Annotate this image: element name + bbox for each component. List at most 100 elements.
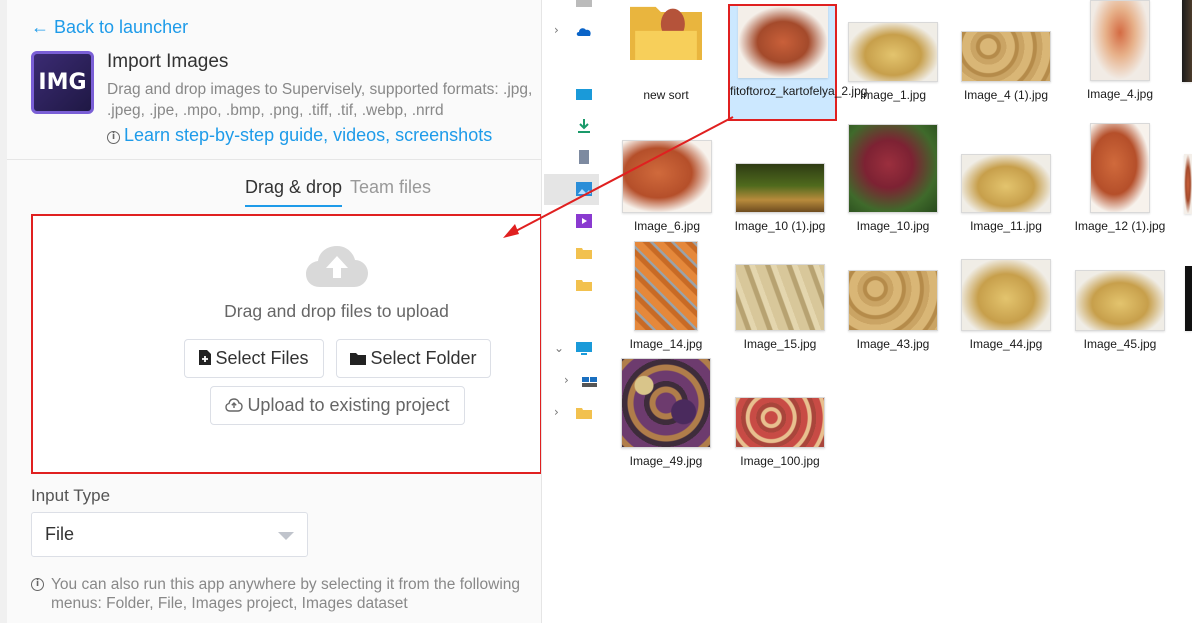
tab-team-files[interactable]: Team files [350, 177, 431, 198]
nav-item-folder[interactable] [542, 276, 600, 298]
folder-item[interactable]: new sort [614, 0, 718, 110]
potato-harvest-thumbnail [735, 163, 825, 213]
file-item[interactable]: Image_14.jpg [614, 241, 718, 352]
file-name: Image_45.jpg [1083, 337, 1157, 351]
folder-icon [576, 248, 592, 259]
app-title: Import Images [107, 51, 229, 72]
file-name: Image_49.jpg [629, 454, 703, 468]
app-description: Drag and drop images to Supervisely, sup… [107, 81, 533, 119]
image-thumbnail [1182, 0, 1192, 82]
upload-to-existing-project-label: Upload to existing project [247, 395, 450, 415]
file-item[interactable]: Image_11.jpg [954, 154, 1058, 234]
select-files-button[interactable]: Select Files [184, 339, 324, 378]
explorer-file-grid: new sort fitoftoroz_kartofelya_2.jpg Ima… [599, 0, 1192, 623]
file-item[interactable]: Image_4.jpg [1068, 0, 1172, 102]
potato-pile-thumbnail [848, 270, 938, 331]
file-name: Image_1.jpg [859, 88, 927, 102]
chevron-right-icon: › [554, 23, 559, 37]
file-name: Image_15.jpg [743, 337, 817, 351]
onedrive-icon [576, 28, 591, 36]
nav-item-desktop[interactable] [542, 85, 600, 107]
file-item[interactable]: Image_44.jpg [954, 259, 1058, 352]
back-to-launcher-link[interactable]: ← Back to launcher [31, 17, 188, 38]
select-folder-button[interactable]: Select Folder [336, 339, 491, 378]
explorer-navigation-pane: › ⌄ › › [541, 0, 600, 623]
input-type-label: Input Type [31, 486, 111, 505]
nav-item-pictures[interactable] [542, 180, 600, 202]
sweet-potatoes-thumbnail [1090, 123, 1150, 213]
nav-item-documents[interactable] [542, 148, 600, 170]
guide-link-label: Learn step-by-step guide, videos, screen… [124, 125, 493, 145]
folder-icon [350, 353, 367, 365]
nav-item-onedrive[interactable]: › [542, 20, 600, 42]
file-name: Image_44.jpg [969, 337, 1043, 351]
chevron-down-icon: ⌄ [554, 341, 565, 355]
file-item[interactable]: Image_15.jpg [728, 264, 832, 352]
file-add-icon [199, 350, 212, 365]
file-item[interactable]: Image_6.jpg [615, 140, 719, 234]
chevron-right-icon: › [564, 373, 569, 387]
file-item[interactable]: Image_10 (1).jpg [728, 163, 832, 234]
nav-item-videos[interactable] [542, 212, 600, 234]
sweet-potato-thumbnail [622, 140, 712, 213]
file-item-cut-off[interactable] [1182, 0, 1192, 82]
baked-sweet-potato-thumbnail [1090, 0, 1150, 81]
sweet-potato-thumbnail [737, 6, 828, 78]
nav-item-folder[interactable] [542, 244, 600, 266]
screen: ← Back to launcher IMG Import Images Dra… [0, 0, 1192, 623]
file-item[interactable]: Image_49.jpg [614, 358, 718, 469]
file-item[interactable]: Image_4 (1).jpg [954, 31, 1058, 103]
input-type-value: File [45, 524, 75, 544]
file-name: Image_43.jpg [856, 337, 930, 351]
file-name: Image_14.jpg [629, 337, 703, 351]
file-item-cut-off[interactable] [1184, 154, 1192, 214]
upload-to-existing-project-button[interactable]: Upload to existing project [210, 386, 465, 425]
file-name: Image_10 (1).jpg [734, 219, 826, 233]
desktop-icon [576, 89, 592, 100]
nav-item-this-pc[interactable]: ⌄ [542, 339, 600, 361]
purple-sweet-potato-thumbnail [848, 124, 938, 213]
file-item[interactable]: Image_1.jpg [841, 22, 945, 103]
select-files-label: Select Files [215, 348, 309, 368]
file-name: Image_11.jpg [970, 219, 1042, 233]
dropzone-hint: Drag and drop files to upload [224, 301, 449, 321]
file-item[interactable]: Image_10.jpg [841, 124, 945, 234]
file-name: fitoftoroz_kartofelya_2.jpg [730, 84, 868, 98]
document-icon [579, 150, 589, 164]
nav-item-downloads[interactable] [542, 117, 600, 139]
folder-icon [630, 6, 702, 60]
this-pc-icon [576, 342, 592, 355]
tab-drag-drop[interactable]: Drag & drop [245, 177, 343, 207]
nav-item-drive[interactable]: › [542, 371, 600, 393]
caret-down-icon [278, 532, 294, 540]
file-name: Image_12 (1).jpg [1074, 219, 1166, 233]
file-item[interactable]: Image_12 (1).jpg [1068, 123, 1172, 234]
file-item-cut-off[interactable] [1185, 266, 1192, 331]
file-item[interactable]: Image_45.jpg [1068, 270, 1172, 352]
file-name: Image_100.jpg [740, 454, 820, 468]
nav-item-folder[interactable]: › [542, 403, 600, 425]
download-icon [578, 119, 590, 133]
small-potatoes-thumbnail [961, 31, 1051, 82]
run-anywhere-note: You can also run this app anywhere by se… [51, 576, 521, 612]
file-item[interactable]: Image_100.jpg [728, 397, 832, 469]
cloud-upload-icon [306, 246, 368, 287]
file-name: Image_10.jpg [856, 219, 930, 233]
guide-link[interactable]: i Learn step-by-step guide, videos, scree… [107, 125, 492, 146]
file-name: Image_4.jpg [1086, 87, 1154, 101]
drive-icon [582, 377, 597, 387]
input-type-select[interactable]: File [31, 512, 308, 557]
colorful-potatoes-thumbnail [621, 358, 711, 448]
file-name: new sort [643, 88, 689, 102]
info-icon: i [31, 578, 44, 591]
potatoes-thumbnail [961, 154, 1051, 213]
potato-thumbnail [848, 22, 938, 82]
select-folder-label: Select Folder [370, 348, 477, 368]
pictures-icon [576, 182, 592, 196]
app-logo: IMG [31, 51, 94, 114]
file-item-selected[interactable]: fitoftoroz_kartofelya_2.jpg [728, 4, 868, 121]
file-item[interactable]: Image_43.jpg [841, 270, 945, 352]
chevron-right-icon: › [554, 405, 559, 419]
nav-item[interactable] [542, 0, 600, 22]
folder-icon [576, 0, 592, 7]
